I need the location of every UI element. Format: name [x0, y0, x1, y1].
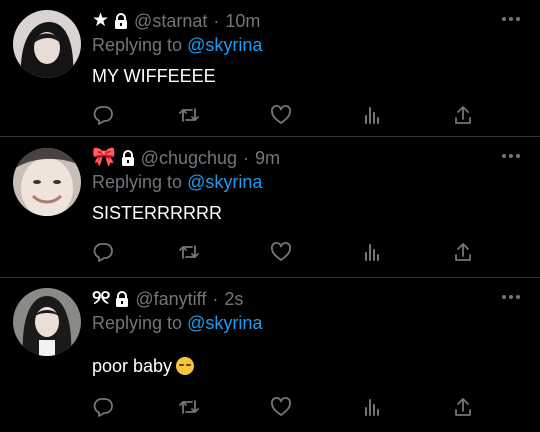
avatar[interactable] — [13, 148, 81, 216]
reply-item[interactable]: 🎀 @chugchug · 9m Replying to @skyrina SI… — [0, 137, 540, 278]
user-badge: ୨୧ — [92, 288, 110, 309]
mention-link[interactable]: @skyrina — [187, 35, 262, 55]
lock-icon — [112, 12, 130, 30]
lock-icon — [119, 149, 137, 167]
mention-link[interactable]: @skyrina — [187, 313, 262, 333]
timestamp[interactable]: 9m — [255, 147, 280, 169]
reply-text: SISTERRRRRR — [92, 203, 223, 223]
replying-to-line: Replying to @skyrina — [92, 171, 262, 193]
retweet-icon[interactable] — [178, 104, 200, 126]
user-handle[interactable]: @chugchug — [141, 147, 237, 169]
views-icon[interactable] — [362, 241, 384, 263]
more-icon[interactable] — [502, 292, 522, 302]
avatar[interactable] — [13, 10, 81, 78]
views-icon[interactable] — [362, 104, 384, 126]
reply-text-row: poor baby — [92, 355, 195, 377]
separator: · — [243, 148, 250, 168]
user-badge: ★ — [92, 10, 109, 31]
like-icon[interactable] — [270, 104, 292, 126]
timestamp[interactable]: 2s — [224, 288, 243, 310]
crying-emoji-icon — [176, 357, 195, 375]
replying-prefix: Replying to — [92, 35, 188, 55]
mention-link[interactable]: @skyrina — [187, 172, 262, 192]
reply-item[interactable]: ୨୧ @fanytiff · 2s Replying to @skyrina p… — [0, 278, 540, 432]
separator: · — [213, 11, 220, 31]
replying-to-line: Replying to @skyrina — [92, 312, 262, 334]
timestamp[interactable]: 10m — [225, 10, 260, 32]
like-icon[interactable] — [270, 241, 292, 263]
views-icon[interactable] — [362, 396, 384, 418]
retweet-icon[interactable] — [178, 396, 200, 418]
reply-text: MY WIFFEEEE — [92, 66, 216, 86]
lock-icon — [113, 290, 131, 308]
share-icon[interactable] — [452, 104, 474, 126]
action-bar — [92, 104, 477, 126]
action-bar — [92, 396, 477, 418]
more-icon[interactable] — [502, 151, 522, 161]
separator: · — [212, 289, 219, 309]
replies-feed: ★ @starnat · 10m Replying to @skyrina MY… — [0, 0, 540, 432]
replying-prefix: Replying to — [92, 172, 188, 192]
reply-icon[interactable] — [92, 396, 114, 418]
reply-icon[interactable] — [92, 104, 114, 126]
like-icon[interactable] — [270, 396, 292, 418]
action-bar — [92, 241, 477, 263]
user-handle[interactable]: @fanytiff — [135, 288, 206, 310]
reply-item[interactable]: ★ @starnat · 10m Replying to @skyrina MY… — [0, 0, 540, 137]
reply-icon[interactable] — [92, 241, 114, 263]
share-icon[interactable] — [452, 241, 474, 263]
replying-to-line: Replying to @skyrina — [92, 34, 262, 56]
reply-text: poor baby — [92, 356, 173, 376]
user-handle[interactable]: @starnat — [134, 10, 207, 32]
replying-prefix: Replying to — [92, 313, 188, 333]
more-icon[interactable] — [502, 14, 522, 24]
user-badge: 🎀 — [92, 147, 116, 168]
retweet-icon[interactable] — [178, 241, 200, 263]
share-icon[interactable] — [452, 396, 474, 418]
avatar[interactable] — [13, 288, 81, 356]
